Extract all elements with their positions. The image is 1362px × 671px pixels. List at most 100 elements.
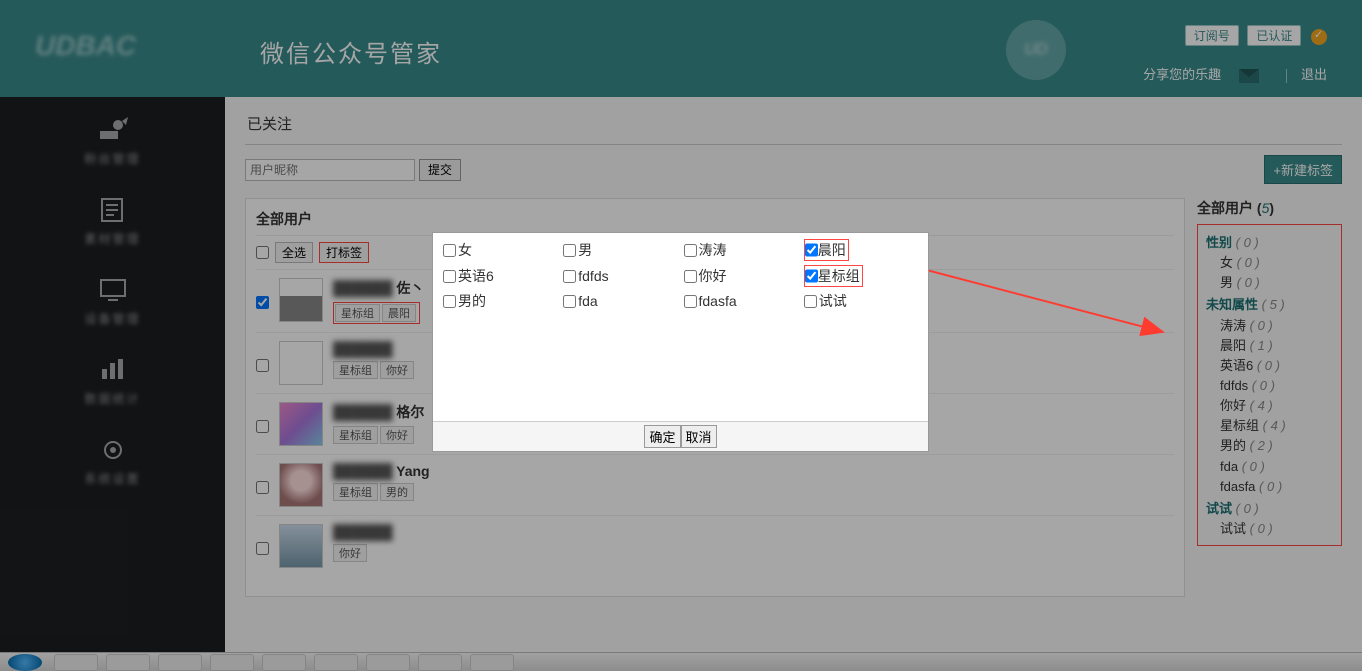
- new-tag-button[interactable]: +新建标签: [1264, 155, 1342, 184]
- sidebar-item-file[interactable]: 素材管理: [0, 177, 225, 257]
- user-tag[interactable]: 星标组: [333, 361, 378, 379]
- share-link[interactable]: 分享您的乐趣: [1143, 67, 1221, 82]
- tag-option[interactable]: fda: [563, 291, 677, 311]
- tree-item[interactable]: 星标组 ( 4 ): [1206, 416, 1333, 436]
- side-total: 5: [1262, 200, 1270, 216]
- tag-option-checkbox[interactable]: [443, 270, 456, 283]
- user-name: ██████ Yang: [333, 463, 1174, 479]
- user-tag[interactable]: 男的: [380, 483, 414, 501]
- tag-option-checkbox[interactable]: [443, 295, 456, 308]
- user-avatar[interactable]: [279, 278, 323, 322]
- tree-item[interactable]: 女 ( 0 ): [1206, 253, 1333, 273]
- tag-option[interactable]: 晨阳: [804, 239, 918, 261]
- tag-option[interactable]: 星标组: [804, 265, 918, 287]
- tree-group[interactable]: 未知属性 ( 5 ): [1206, 295, 1333, 315]
- tree-item[interactable]: 男 ( 0 ): [1206, 273, 1333, 293]
- tag-option[interactable]: 女: [443, 239, 557, 261]
- tag-option[interactable]: 你好: [684, 265, 798, 287]
- user-avatar[interactable]: [279, 463, 323, 507]
- tree-item[interactable]: 涛涛 ( 0 ): [1206, 316, 1333, 336]
- tag-option-label: 女: [458, 240, 472, 260]
- user-tag[interactable]: 星标组: [335, 304, 380, 322]
- sidebar-item-settings[interactable]: 系统设置: [0, 417, 225, 497]
- tag-option-label: 男的: [458, 291, 486, 311]
- logout-link[interactable]: 退出: [1301, 67, 1327, 82]
- user-checkbox[interactable]: [256, 296, 269, 309]
- user-tag[interactable]: 星标组: [333, 426, 378, 444]
- user-checkbox[interactable]: [256, 481, 269, 494]
- tag-option[interactable]: 涛涛: [684, 239, 798, 261]
- tree-item[interactable]: fdasfa ( 0 ): [1206, 477, 1333, 497]
- select-all-checkbox[interactable]: [256, 246, 269, 259]
- tag-option-checkbox[interactable]: [805, 266, 818, 286]
- mail-icon[interactable]: [1239, 69, 1259, 83]
- sidebar-item-chart[interactable]: 数据统计: [0, 337, 225, 417]
- chart-icon: [95, 356, 131, 384]
- tag-option-checkbox[interactable]: [805, 240, 818, 260]
- tag-action-button[interactable]: 打标签: [319, 242, 369, 263]
- account-avatar[interactable]: UD: [1006, 20, 1066, 80]
- tree-group[interactable]: 性别 ( 0 ): [1206, 233, 1333, 253]
- tag-option-label: fdfds: [578, 268, 608, 284]
- user-avatar[interactable]: [279, 402, 323, 446]
- tag-option-checkbox[interactable]: [563, 244, 576, 257]
- user-tag[interactable]: 星标组: [333, 483, 378, 501]
- auth-badge: 已认证: [1247, 25, 1301, 46]
- tree-item[interactable]: fdfds ( 0 ): [1206, 376, 1333, 396]
- sidebar-item-label: 粉丝管理: [84, 150, 140, 167]
- user-checkbox[interactable]: [256, 420, 269, 433]
- tag-option-checkbox[interactable]: [684, 244, 697, 257]
- dialog-ok-button[interactable]: 确定: [644, 425, 680, 448]
- tag-option[interactable]: 男的: [443, 291, 557, 311]
- app-title: 微信公众号管家: [260, 34, 442, 69]
- side-title: 全部用户: [1197, 200, 1253, 216]
- tag-option-checkbox[interactable]: [804, 295, 817, 308]
- dialog-cancel-button[interactable]: 取消: [681, 425, 717, 448]
- user-tag[interactable]: 晨阳: [382, 304, 416, 322]
- tag-option-checkbox[interactable]: [684, 270, 697, 283]
- tag-option[interactable]: fdasfa: [684, 291, 798, 311]
- user-avatar[interactable]: [279, 341, 323, 385]
- tag-option-label: 星标组: [818, 266, 860, 286]
- tag-option-checkbox[interactable]: [443, 244, 456, 257]
- side-panel: 全部用户 (5) 性别 ( 0 )女 ( 0 )男 ( 0 )未知属性 ( 5 …: [1197, 198, 1342, 546]
- users-icon: [95, 116, 131, 144]
- tree-item[interactable]: fda ( 0 ): [1206, 457, 1333, 477]
- tag-option[interactable]: 男: [563, 239, 677, 261]
- tag-option-label: 晨阳: [818, 240, 846, 260]
- tree-item[interactable]: 英语6 ( 0 ): [1206, 356, 1333, 376]
- tag-option[interactable]: 试试: [804, 291, 918, 311]
- sidebar: 粉丝管理素材管理设备管理数据统计系统设置: [0, 97, 225, 652]
- user-checkbox[interactable]: [256, 359, 269, 372]
- taskbar[interactable]: [0, 652, 1362, 671]
- submit-button[interactable]: 提交: [419, 159, 461, 181]
- tree-item[interactable]: 试试 ( 0 ): [1206, 519, 1333, 539]
- user-tag[interactable]: 你好: [333, 544, 367, 562]
- user-tag[interactable]: 你好: [380, 361, 414, 379]
- tree-item[interactable]: 你好 ( 4 ): [1206, 396, 1333, 416]
- search-input[interactable]: [245, 159, 415, 181]
- user-tags: 你好: [333, 544, 1174, 562]
- select-all-button[interactable]: 全选: [275, 242, 313, 263]
- tree-item[interactable]: 男的 ( 2 ): [1206, 436, 1333, 456]
- tree-item[interactable]: 晨阳 ( 1 ): [1206, 336, 1333, 356]
- settings-icon: [95, 436, 131, 464]
- user-name: ██████: [333, 524, 1174, 540]
- tag-option-checkbox[interactable]: [563, 295, 576, 308]
- sidebar-item-monitor[interactable]: 设备管理: [0, 257, 225, 337]
- verified-icon: [1311, 29, 1327, 45]
- tag-option-checkbox[interactable]: [684, 295, 697, 308]
- header-right: 订阅号 已认证 分享您的乐趣 退出: [1143, 25, 1327, 83]
- tab-followed[interactable]: 已关注: [245, 107, 1342, 145]
- tree-group[interactable]: 试试 ( 0 ): [1206, 499, 1333, 519]
- tag-option-checkbox[interactable]: [563, 270, 576, 283]
- sidebar-item-users[interactable]: 粉丝管理: [0, 97, 225, 177]
- tag-option-label: 涛涛: [699, 240, 727, 260]
- tag-option-label: fda: [578, 293, 597, 309]
- tag-option[interactable]: 英语6: [443, 265, 557, 287]
- logo: UDBAC: [20, 22, 200, 72]
- user-checkbox[interactable]: [256, 542, 269, 555]
- tag-option[interactable]: fdfds: [563, 265, 677, 287]
- user-tag[interactable]: 你好: [380, 426, 414, 444]
- user-avatar[interactable]: [279, 524, 323, 568]
